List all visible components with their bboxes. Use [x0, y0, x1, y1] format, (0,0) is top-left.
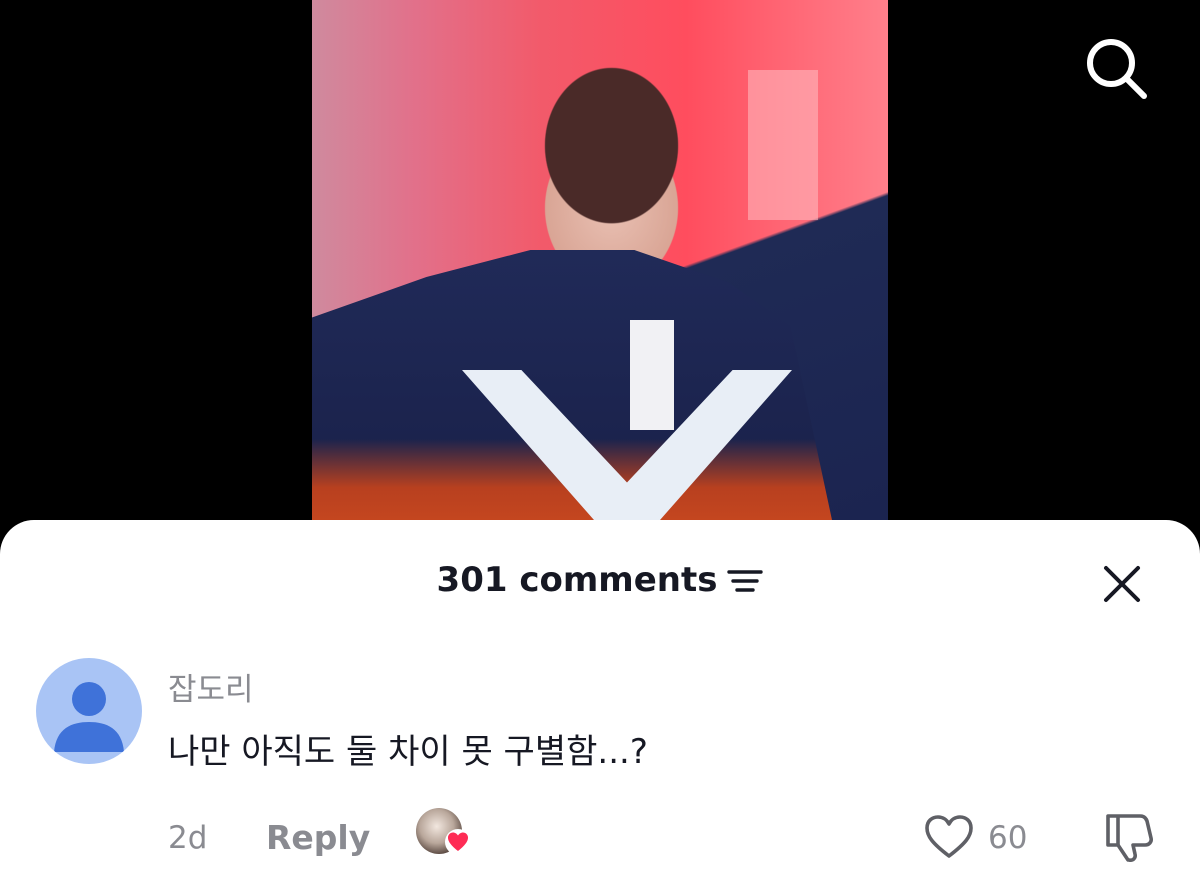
- background-door: [748, 70, 818, 220]
- default-user-icon: [54, 682, 124, 752]
- heart-icon: [445, 829, 471, 855]
- comments-sheet: 301 comments 잡도리 나만 아직도 둘 차이 못 구별함...? 2…: [0, 520, 1200, 894]
- comment-timestamp: 2d: [168, 820, 208, 856]
- comment-item: 잡도리 나만 아직도 둘 차이 못 구별함...? 2d Reply 60: [0, 658, 1200, 894]
- comment-username[interactable]: 잡도리: [168, 664, 254, 709]
- screen: 301 comments 잡도리 나만 아직도 둘 차이 못 구별함...? 2…: [0, 0, 1200, 894]
- thumbs-down-icon: [1106, 814, 1153, 862]
- performer-shirt: [630, 320, 674, 430]
- close-icon: [1104, 566, 1140, 602]
- sort-button[interactable]: [727, 565, 764, 595]
- close-button[interactable]: [1100, 562, 1144, 606]
- search-icon: [1087, 39, 1147, 99]
- sort-lines-icon: [727, 570, 764, 592]
- video-thumbnail[interactable]: [312, 0, 888, 520]
- comment-meta-row: 2d Reply 60: [0, 808, 1200, 868]
- avatar[interactable]: [36, 658, 142, 764]
- like-count: 60: [988, 820, 1028, 856]
- heart-outline-icon: [925, 815, 973, 858]
- comment-count-label: 301 comments: [436, 560, 718, 600]
- like-button[interactable]: [922, 812, 976, 862]
- search-button[interactable]: [1084, 36, 1150, 102]
- creator-liked-badge: [416, 808, 472, 858]
- comments-header: 301 comments: [0, 560, 1200, 600]
- dislike-button[interactable]: [1100, 808, 1156, 864]
- reply-button[interactable]: Reply: [266, 818, 370, 857]
- comment-text: 나만 아직도 둘 차이 못 구별함...?: [168, 732, 648, 772]
